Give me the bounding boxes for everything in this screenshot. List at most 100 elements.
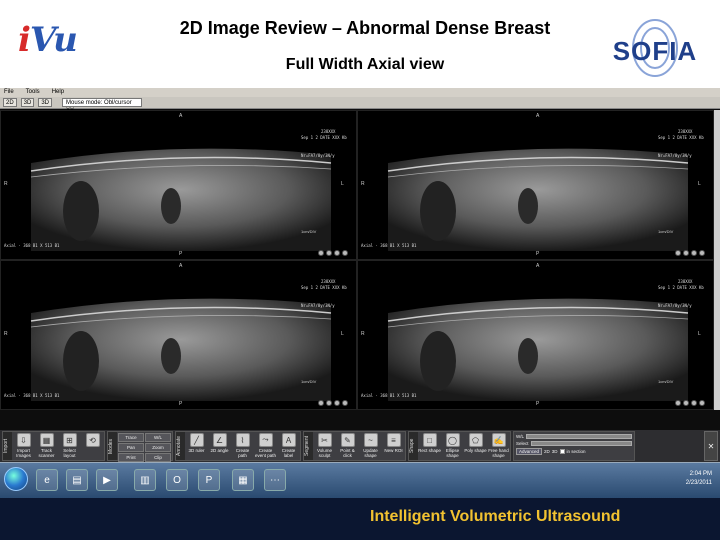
orientation-right: L	[341, 181, 344, 187]
mode-clip-button[interactable]: Clip	[145, 453, 171, 462]
vertical-scrollbar[interactable]	[714, 110, 720, 410]
mode-label: Nr=FA7/8y/3N/y	[301, 303, 335, 308]
prev-slice-button[interactable]	[318, 250, 324, 256]
app-taskbar-icon[interactable]: ▥	[134, 469, 156, 491]
viewport-controls	[675, 250, 705, 256]
mouse-mode-select[interactable]: Mouse mode: Obl/cursor XY	[62, 98, 143, 114]
slice-info-label: Axial · 368 B1 X 513 B1	[361, 243, 417, 248]
reset-view-button[interactable]	[699, 400, 705, 406]
track-scanner-button[interactable]: ▦ Track scanner	[35, 432, 58, 460]
opt-2d-label[interactable]: 2D	[544, 449, 550, 454]
select-layout-icon: ⊞	[62, 433, 77, 447]
advanced-button[interactable]: Advanced	[516, 448, 543, 455]
view-2d-button[interactable]: 2D	[3, 98, 17, 107]
reset-view-button[interactable]	[342, 250, 348, 256]
play-button[interactable]	[326, 400, 332, 406]
tool-label: Create label	[281, 448, 296, 458]
volume-sculpt-icon: ✂	[317, 433, 332, 447]
rect-shape-button[interactable]: □ Rect shape	[418, 432, 441, 460]
point-click-button[interactable]: ✎ Point & click	[336, 432, 359, 460]
ellipse-shape-button[interactable]: ◯ Ellipse shape	[441, 432, 464, 460]
prev-slice-button[interactable]	[318, 400, 324, 406]
ivu-logo: iVu	[18, 20, 78, 60]
create-event-path-icon: ⤳	[258, 433, 273, 447]
mode-wl-button[interactable]: W/L	[145, 433, 171, 442]
mode-trace-button[interactable]: Trace	[118, 433, 144, 442]
play-button[interactable]	[683, 400, 689, 406]
import-images-button[interactable]: ⇩ Import Images	[12, 432, 35, 460]
new-roi-button[interactable]: ≡ New ROI	[382, 432, 405, 460]
mode-print-button[interactable]: Print	[118, 453, 144, 462]
mode-label: Nr=FA7/8y/3N/y	[658, 303, 692, 308]
next-slice-button[interactable]	[334, 400, 340, 406]
poly-shape-button[interactable]: ⬠ Poly shape	[464, 432, 487, 460]
next-slice-button[interactable]	[691, 250, 697, 256]
view-3d-alt-button[interactable]: 3D	[38, 98, 53, 107]
powerpoint-taskbar-icon[interactable]: P	[198, 469, 220, 491]
volume-sculpt-button[interactable]: ✂ Volume sculpt	[313, 432, 336, 460]
viewport-controls	[318, 250, 348, 256]
update-shape-button[interactable]: ~ Update shape	[359, 432, 382, 460]
viewport-top-left[interactable]: A R L P 238XXX Sep 1 2 DATE XXX Kb Nr=FA7/8y/3…	[0, 110, 357, 260]
ie-taskbar-icon[interactable]: e	[36, 469, 58, 491]
play-button[interactable]	[326, 250, 332, 256]
viewport-bottom-left[interactable]: A R L P 238XXX Sep 1 2 DATE XXX Kb Nr=FA7/8y/3…	[0, 260, 357, 410]
play-button[interactable]	[683, 250, 689, 256]
explorer-taskbar-icon[interactable]: ▤	[66, 469, 88, 491]
3d-ruler-button[interactable]: ╱ 3D ruler	[185, 432, 208, 460]
ultrasound-image	[30, 148, 332, 251]
mode-zoom-button[interactable]: Zoom	[145, 443, 171, 452]
tool-label: Point & click	[340, 448, 355, 458]
slice-info-label: Axial · 368 B1 X 513 B1	[4, 393, 60, 398]
2d-angle-button[interactable]: ∠ 2D angle	[208, 432, 231, 460]
reset-tool-icon: ⟲	[85, 433, 100, 447]
tool-label: Free hand shape	[488, 448, 509, 458]
tool-label: Track scanner	[38, 448, 55, 458]
reset-view-button[interactable]	[342, 400, 348, 406]
tool-group-label: Import	[3, 432, 12, 460]
outlook-taskbar-icon[interactable]: O	[166, 469, 188, 491]
ellipse-shape-icon: ◯	[445, 433, 460, 447]
prev-slice-button[interactable]	[675, 250, 681, 256]
orientation-right: L	[341, 331, 344, 337]
orientation-top: A	[179, 113, 183, 119]
ivu-taskbar-icon[interactable]: ▦	[232, 469, 254, 491]
wl-slider[interactable]	[526, 434, 632, 439]
tool-group-import: Import ⇩ Import Images ▦ Track scanner ⊞ Selec…	[2, 431, 105, 461]
opt-3d-label[interactable]: 3D	[552, 449, 558, 454]
poly-shape-icon: ⬠	[468, 433, 483, 447]
mode-label: Nr=FA7/8y/3N/y	[658, 153, 692, 158]
prev-slice-button[interactable]	[675, 400, 681, 406]
menu-tools[interactable]: Tools	[26, 88, 40, 97]
network-taskbar-icon[interactable]: ⋯	[264, 469, 286, 491]
create-label-button[interactable]: A Create label	[277, 432, 300, 460]
mode-pan-button[interactable]: Pan	[118, 443, 144, 452]
start-button[interactable]	[4, 467, 28, 491]
viewport-bottom-right[interactable]: A R L P 238XXX Sep 1 2 DATE XXX Kb Nr=FA7/8y/3…	[357, 260, 714, 410]
import-images-icon: ⇩	[16, 433, 31, 447]
viewport-top-right[interactable]: A R L P 238XXX Sep 1 2 DATE XXX Kb Nr=FA7/8y/3…	[357, 110, 714, 260]
media-taskbar-icon[interactable]: ▶	[96, 469, 118, 491]
menu-file[interactable]: File	[4, 88, 14, 97]
orientation-right: L	[698, 331, 701, 337]
view-3d-button[interactable]: 3D	[20, 98, 35, 107]
taskbar-clock[interactable]: 2:04 PM 2/23/2011	[686, 470, 712, 488]
in-section-checkbox[interactable]	[559, 449, 565, 454]
orientation-left: R	[4, 181, 8, 187]
next-slice-button[interactable]	[691, 400, 697, 406]
next-slice-button[interactable]	[334, 250, 340, 256]
scan-info-label: Sep 1 2 DATE XXX Kb	[301, 135, 347, 140]
create-event-path-button[interactable]: ⤳ Create event path	[254, 432, 277, 460]
select-slider[interactable]	[530, 441, 632, 446]
select-layout-button[interactable]: ⊞ Select layout	[58, 432, 81, 460]
menu-help[interactable]: Help	[52, 88, 64, 97]
tool-label: New ROI	[384, 448, 403, 453]
orientation-top: A	[536, 113, 540, 119]
scan-info-label: Sep 1 2 DATE XXX Kb	[301, 285, 347, 290]
reset-view-button[interactable]	[699, 250, 705, 256]
create-path-button[interactable]: ⌇ Create path	[231, 432, 254, 460]
reset-tool-button[interactable]: ⟲	[81, 432, 104, 460]
close-icon[interactable]: ✕	[704, 431, 718, 461]
mode-label: Nr=FA7/8y/3N/y	[301, 153, 335, 158]
free-hand-shape-button[interactable]: ✍ Free hand shape	[487, 432, 510, 460]
